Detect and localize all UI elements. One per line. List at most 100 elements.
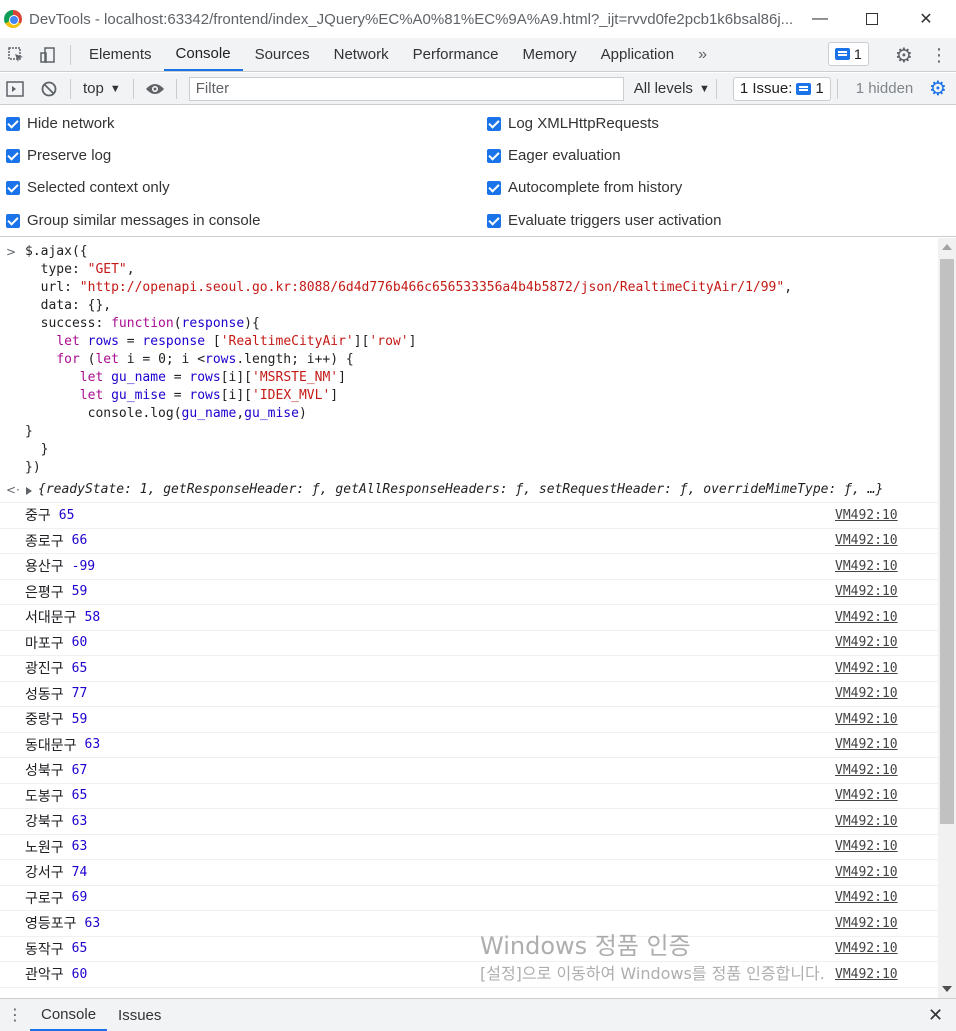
setting-hide-network[interactable]: Hide network: [6, 115, 115, 132]
log-row: 성동구 77 VM492:10: [0, 682, 938, 707]
setting-group-similar[interactable]: Group similar messages in console: [6, 212, 260, 229]
log-source-link[interactable]: VM492:10: [835, 788, 898, 803]
log-source-link[interactable]: VM492:10: [835, 916, 898, 931]
checkbox-checked-icon[interactable]: [6, 116, 20, 131]
log-source-link[interactable]: VM492:10: [835, 686, 898, 701]
live-expression-eye-icon[interactable]: [140, 74, 170, 104]
log-source-link[interactable]: VM492:10: [835, 839, 898, 854]
log-levels-label: All levels: [633, 80, 693, 97]
setting-label: Preserve log: [27, 147, 112, 164]
log-row: 마포구 60 VM492:10: [0, 631, 938, 656]
sidebar-toggle-icon[interactable]: [0, 74, 30, 104]
log-source-link[interactable]: VM492:10: [835, 533, 898, 548]
checkbox-checked-icon[interactable]: [487, 213, 501, 228]
setting-label: Group similar messages in console: [27, 212, 261, 229]
drawer-tab-console[interactable]: Console: [30, 999, 108, 1031]
drawer-menu-icon[interactable]: ⋮: [0, 1005, 30, 1025]
checkbox-checked-icon[interactable]: [487, 148, 501, 163]
issues-badge-count: 1: [854, 46, 862, 62]
tab-network[interactable]: Network: [322, 38, 401, 71]
log-levels-dropdown[interactable]: All levels ▼: [634, 80, 710, 97]
message-icon: [835, 48, 850, 60]
log-source-link[interactable]: VM492:10: [835, 890, 898, 905]
log-source-link[interactable]: VM492:10: [835, 661, 898, 676]
close-window-button[interactable]: ✕: [903, 0, 949, 38]
log-row: 용산구 -99 VM492:10: [0, 554, 938, 580]
setting-autocomplete-history[interactable]: Autocomplete from history: [487, 179, 682, 196]
separator: [70, 78, 71, 99]
log-row: 도봉구 65 VM492:10: [0, 784, 938, 809]
checkbox-checked-icon[interactable]: [6, 213, 20, 228]
more-tabs-button[interactable]: »: [686, 46, 719, 64]
log-source-link[interactable]: VM492:10: [835, 865, 898, 880]
context-selector[interactable]: top ▼: [77, 80, 127, 97]
log-value: 60: [71, 966, 88, 982]
console-messages[interactable]: > $.ajax({ type: "GET", url: "http://open…: [0, 238, 938, 998]
log-source-link[interactable]: VM492:10: [835, 941, 898, 956]
filter-input[interactable]: Filter: [188, 76, 624, 101]
tab-elements[interactable]: Elements: [77, 38, 164, 71]
log-value: 63: [84, 915, 101, 931]
log-source-link[interactable]: VM492:10: [835, 559, 898, 574]
log-district-name: 은평구: [25, 584, 64, 601]
tab-application[interactable]: Application: [589, 38, 686, 71]
log-row: 강북구 63 VM492:10: [0, 809, 938, 835]
setting-selected-context-only[interactable]: Selected context only: [6, 179, 170, 196]
more-options-icon[interactable]: ⋮: [930, 44, 948, 66]
console-settings-gear-icon[interactable]: ⚙: [927, 77, 949, 100]
devtools-tabs-bar: Elements Console Sources Network Perform…: [0, 38, 956, 72]
scrollbar-thumb[interactable]: [940, 259, 954, 824]
log-source-link[interactable]: VM492:10: [835, 814, 898, 829]
maximize-button[interactable]: [849, 0, 895, 38]
log-source-link[interactable]: VM492:10: [835, 737, 898, 752]
windows-activation-subtext: [설정]으로 이동하여 Windows를 정품 인증합니다.: [480, 964, 825, 983]
log-row: 광진구 65 VM492:10: [0, 656, 938, 682]
minimize-button[interactable]: —: [797, 0, 843, 38]
log-row: 성북구 67 VM492:10: [0, 758, 938, 784]
hidden-messages-count: 1 hidden: [855, 80, 914, 97]
console-scrollbar[interactable]: [938, 238, 956, 998]
inspect-element-icon[interactable]: [0, 38, 32, 71]
log-district-name: 구로구: [25, 890, 64, 907]
checkbox-checked-icon[interactable]: [6, 148, 20, 163]
issues-counter-button[interactable]: 1 Issue: 1: [732, 76, 831, 101]
log-district-name: 동대문구: [25, 737, 77, 754]
checkbox-checked-icon[interactable]: [487, 116, 501, 131]
log-source-link[interactable]: VM492:10: [835, 967, 898, 982]
expand-triangle-icon[interactable]: [26, 487, 32, 495]
tab-console[interactable]: Console: [163, 38, 243, 71]
log-source-link[interactable]: VM492:10: [835, 584, 898, 599]
tab-memory[interactable]: Memory: [511, 38, 589, 71]
log-value: 63: [71, 839, 88, 855]
log-district-name: 관악구: [25, 967, 64, 984]
device-toolbar-icon[interactable]: [32, 38, 64, 71]
close-drawer-icon[interactable]: ✕: [928, 1005, 943, 1026]
log-source-link[interactable]: VM492:10: [835, 763, 898, 778]
message-icon: [796, 82, 812, 95]
clear-console-icon[interactable]: [34, 74, 64, 104]
window-title: DevTools - localhost:63342/frontend/inde…: [29, 10, 794, 28]
issues-badge[interactable]: 1: [828, 42, 869, 66]
setting-log-xhr[interactable]: Log XMLHttpRequests: [487, 115, 659, 132]
setting-eager-evaluation[interactable]: Eager evaluation: [487, 147, 621, 164]
tab-sources[interactable]: Sources: [243, 38, 322, 71]
settings-gear-icon[interactable]: ⚙: [893, 44, 915, 67]
drawer-tab-issues[interactable]: Issues: [107, 999, 172, 1031]
log-value: 65: [71, 788, 88, 804]
checkbox-checked-icon[interactable]: [6, 180, 20, 195]
result-object[interactable]: <· {readyState: 1, getResponseHeader: ƒ,…: [0, 479, 938, 503]
log-source-link[interactable]: VM492:10: [835, 610, 898, 625]
setting-evaluate-triggers[interactable]: Evaluate triggers user activation: [487, 212, 721, 229]
log-source-link[interactable]: VM492:10: [835, 712, 898, 727]
log-value: 65: [58, 507, 75, 523]
tab-performance[interactable]: Performance: [401, 38, 511, 71]
log-district-name: 노원구: [25, 839, 64, 856]
log-row: 서대문구 58 VM492:10: [0, 605, 938, 631]
setting-preserve-log[interactable]: Preserve log: [6, 147, 111, 164]
log-source-link[interactable]: VM492:10: [835, 635, 898, 650]
log-district-name: 강서구: [25, 865, 64, 882]
scroll-up-arrow-icon[interactable]: [942, 244, 952, 250]
checkbox-checked-icon[interactable]: [487, 180, 501, 195]
log-source-link[interactable]: VM492:10: [835, 508, 898, 523]
scroll-down-arrow-icon[interactable]: [942, 986, 952, 992]
